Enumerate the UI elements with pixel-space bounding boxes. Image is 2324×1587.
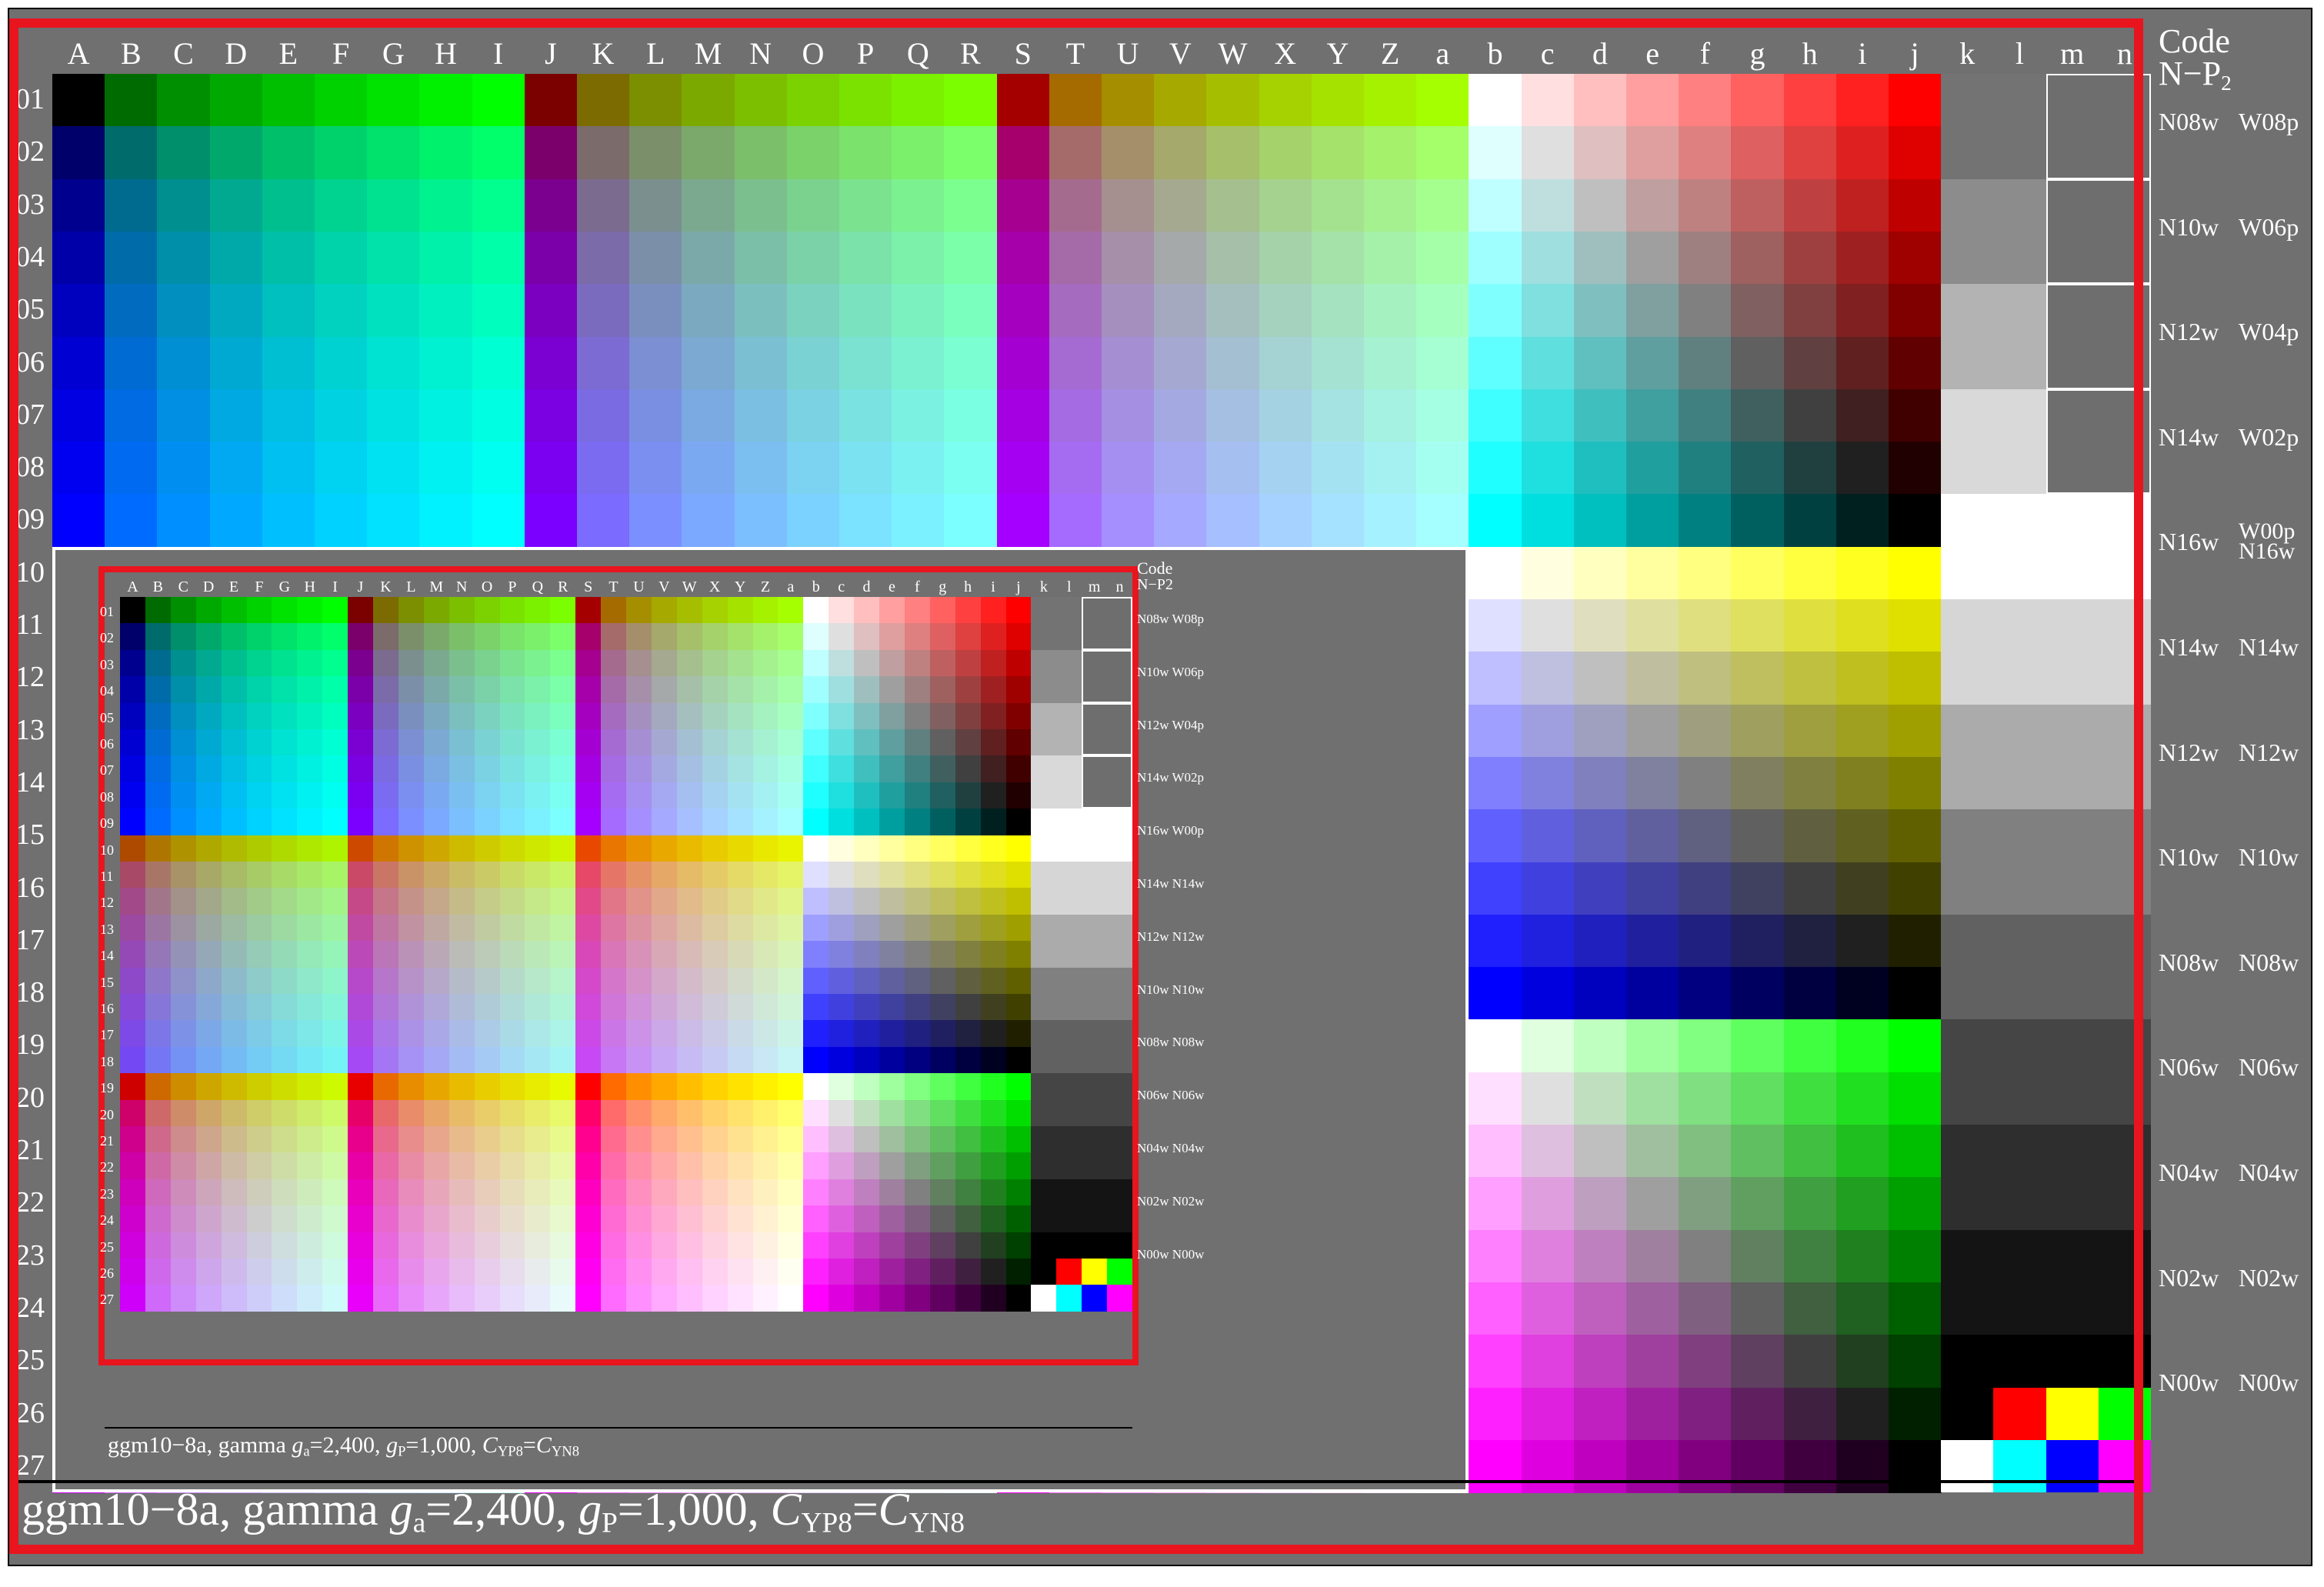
caption-c1-subscript: YP8: [801, 1507, 852, 1539]
right-label-secondary: N04w: [2239, 1159, 2299, 1186]
caption-ga-value: =2,400,: [425, 1484, 579, 1535]
inset-caption-gp-subscript: P: [398, 1443, 406, 1460]
right-label-secondary: N10w: [2239, 843, 2299, 872]
inset-caption-c1-symbol: C: [482, 1432, 498, 1458]
right-label-primary: N08w: [2159, 108, 2219, 135]
right-label-secondary: W02p: [2239, 422, 2299, 451]
right-label-secondary: N14w: [2239, 633, 2299, 661]
code-header: Code: [2159, 22, 2230, 60]
caption-c2-subscript: YN8: [909, 1507, 965, 1539]
right-label-primary: N10w: [2159, 212, 2219, 241]
code-subheader: N−P2: [2159, 57, 2232, 94]
code-subheader-sub: 2: [2221, 71, 2232, 95]
inset-caption-ga-value: =2,400,: [309, 1432, 387, 1458]
right-label-primary: N14w: [2159, 422, 2219, 451]
inset-caption-c2-subscript: YN8: [551, 1443, 580, 1460]
right-label-primary: N12w: [2159, 738, 2219, 766]
inset-caption-equals: =: [522, 1432, 536, 1458]
caption-equals: =: [852, 1484, 879, 1535]
right-label-primary: N00w: [2159, 1369, 2219, 1397]
right-label-primary: N16w: [2159, 528, 2219, 556]
red-frame: [9, 18, 2143, 1554]
inset-caption-gp-value: =1,000,: [405, 1432, 482, 1458]
inset-caption-c1-subscript: YP8: [497, 1443, 523, 1460]
caption-gp-symbol: g: [578, 1484, 602, 1535]
inset-caption-c2-symbol: C: [535, 1432, 552, 1458]
right-label-secondary: N08w: [2239, 948, 2299, 976]
right-label-primary: N02w: [2159, 1263, 2219, 1292]
right-label-primary: N06w: [2159, 1053, 2219, 1082]
caption-ga-symbol: g: [389, 1484, 413, 1535]
caption-c2-symbol: C: [878, 1484, 909, 1535]
caption-ga-subscript: a: [412, 1507, 426, 1539]
code-subheader-text: N−P: [2159, 55, 2222, 92]
caption-gp-subscript: P: [602, 1507, 618, 1539]
right-label-tertiary: N16w: [2239, 538, 2296, 565]
inset-caption: ggm10−8a, gamma ga=2,400, gP=1,000, CYP8…: [108, 1434, 579, 1459]
inset-caption-ga-symbol: g: [292, 1432, 304, 1458]
chart-caption: ggm10−8a, gamma ga=2,400, gP=1,000, CYP8…: [22, 1486, 965, 1538]
right-label-primary: N14w: [2159, 633, 2219, 661]
right-label-secondary: W08p: [2239, 108, 2299, 135]
right-label-primary: N08w: [2159, 948, 2219, 976]
right-label-primary: N04w: [2159, 1159, 2219, 1186]
inset-caption-gp-symbol: g: [386, 1432, 398, 1458]
caption-gp-value: =1,000,: [617, 1484, 771, 1535]
right-label-secondary: W06p: [2239, 212, 2299, 241]
right-label-secondary: N12w: [2239, 738, 2299, 766]
right-label-primary: N10w: [2159, 843, 2219, 872]
inset-caption-name: ggm10−8a, gamma: [108, 1432, 292, 1458]
inset-caption-ga-subscript: a: [303, 1443, 310, 1460]
right-label-secondary: W04p: [2239, 318, 2299, 346]
right-label-secondary: N00w: [2239, 1369, 2299, 1397]
right-label-secondary: N06w: [2239, 1053, 2299, 1082]
caption-name: ggm10−8a, gamma: [22, 1484, 390, 1535]
right-label-primary: N12w: [2159, 318, 2219, 346]
right-label-secondary: N02w: [2239, 1263, 2299, 1292]
caption-c1-symbol: C: [770, 1484, 802, 1535]
